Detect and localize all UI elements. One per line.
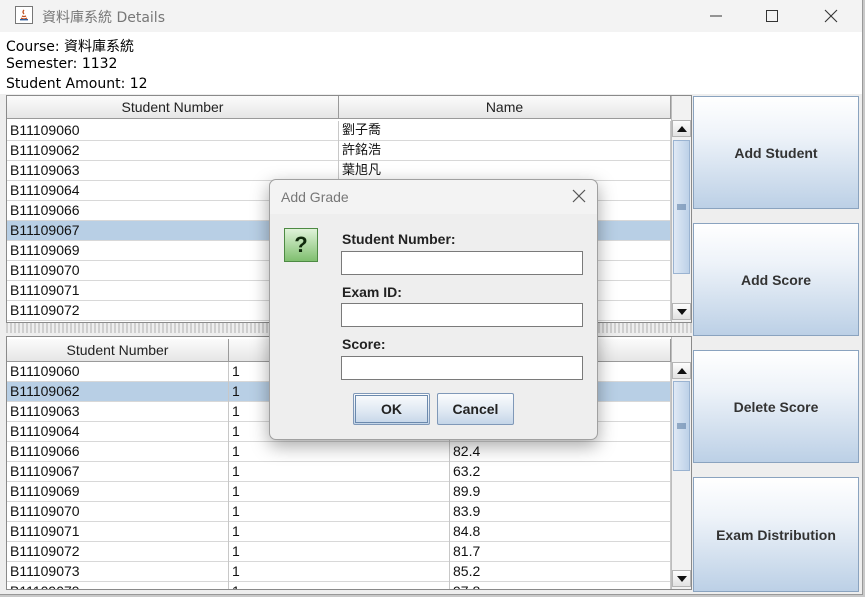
table-row[interactable]: B11109067 1 63.2 bbox=[7, 462, 671, 482]
student-number-label: Student Number: bbox=[342, 231, 456, 247]
table-cell: 1 bbox=[229, 462, 450, 482]
maximize-icon bbox=[766, 10, 778, 22]
table-cell: B11109063 bbox=[7, 402, 229, 422]
table-cell: 許銘浩 bbox=[339, 141, 671, 161]
table-cell: 1 bbox=[229, 522, 450, 542]
cancel-button[interactable]: Cancel bbox=[437, 393, 514, 425]
table-row[interactable]: B11109079197.8 bbox=[7, 582, 671, 589]
score-label: Score: bbox=[342, 336, 386, 352]
table-cell: B11109060 bbox=[7, 362, 229, 382]
table-cell: 63.2 bbox=[450, 462, 671, 482]
course-label: Course: 資料庫系統 bbox=[6, 39, 135, 55]
scroll-thumb[interactable] bbox=[673, 140, 690, 274]
table-cell: 1 bbox=[229, 502, 450, 522]
table-cell: 89.9 bbox=[450, 482, 671, 502]
table-row[interactable]: B11109066 1 82.4 bbox=[7, 442, 671, 462]
table-cell: B11109064 bbox=[7, 422, 229, 442]
exam-id-field[interactable] bbox=[341, 303, 583, 327]
table-cell: B11109060 bbox=[7, 121, 339, 141]
table-cell: 97.8 bbox=[450, 582, 671, 589]
close-button[interactable] bbox=[803, 0, 859, 32]
table-cell: 1 bbox=[229, 582, 450, 589]
table-row[interactable]: B11109062 許銘浩 bbox=[7, 141, 671, 161]
table-cell: B11109071 bbox=[7, 522, 229, 542]
window-title: 資料庫系統 Details bbox=[42, 10, 165, 26]
table-cell: 1 bbox=[229, 442, 450, 462]
question-icon: ? bbox=[284, 228, 318, 262]
title-bar: 資料庫系統 Details bbox=[0, 0, 862, 32]
table-row[interactable]: B11109063 葉旭凡 bbox=[7, 161, 671, 181]
table-cell: 84.8 bbox=[450, 522, 671, 542]
maximize-button[interactable] bbox=[744, 0, 800, 32]
students-scrollbar[interactable] bbox=[671, 96, 691, 322]
table-cell: 1 bbox=[229, 482, 450, 502]
table-row[interactable]: B11109072 1 81.7 bbox=[7, 542, 671, 562]
table-row[interactable]: B11109070 1 83.9 bbox=[7, 502, 671, 522]
scroll-up-button[interactable] bbox=[672, 362, 691, 379]
dialog-title: Add Grade bbox=[281, 189, 349, 205]
table-row[interactable]: B11109071 1 84.8 bbox=[7, 522, 671, 542]
table-cell: 葉旭凡 bbox=[339, 161, 671, 181]
arrow-down-icon bbox=[676, 575, 687, 582]
table-cell: B11109069 bbox=[7, 482, 229, 502]
table-cell: B11109066 bbox=[7, 442, 229, 462]
student-number-field[interactable] bbox=[341, 251, 583, 275]
arrow-down-icon bbox=[676, 308, 687, 315]
table-cell: 劉子喬 bbox=[339, 121, 671, 141]
table-cell: B11109073 bbox=[7, 562, 229, 582]
table-cell: B11109079 bbox=[7, 582, 229, 589]
table-cell: 81.7 bbox=[450, 542, 671, 562]
java-app-icon bbox=[15, 6, 33, 24]
table-row[interactable]: B11109060 劉子喬 bbox=[7, 121, 671, 141]
table-cell: 1 bbox=[229, 542, 450, 562]
delete-score-button[interactable]: Delete Score bbox=[693, 350, 859, 463]
close-icon[interactable] bbox=[571, 188, 587, 204]
table-cell: B11109067 bbox=[7, 462, 229, 482]
add-score-button[interactable]: Add Score bbox=[693, 223, 859, 336]
grip-icon bbox=[677, 423, 686, 429]
table-cell: B11109063 bbox=[7, 161, 339, 181]
minimize-button[interactable] bbox=[688, 0, 744, 32]
scroll-up-button[interactable] bbox=[672, 120, 691, 137]
scroll-down-button[interactable] bbox=[672, 303, 691, 320]
table-cell: 85.2 bbox=[450, 562, 671, 582]
table-cell: B11109072 bbox=[7, 542, 229, 562]
scores-scrollbar[interactable] bbox=[671, 337, 691, 589]
student-amount-label: Student Amount: 12 bbox=[6, 76, 148, 92]
table-cell: 1 bbox=[229, 562, 450, 582]
table-row[interactable]: B11109069 1 89.9 bbox=[7, 482, 671, 502]
column-header-student-number[interactable]: Student Number bbox=[7, 96, 339, 118]
score-field[interactable] bbox=[341, 356, 583, 380]
ok-button[interactable]: OK bbox=[353, 393, 430, 425]
table-cell: B11109062 bbox=[7, 141, 339, 161]
table-cell: B11109062 bbox=[7, 382, 229, 402]
students-table-header: Student Number Name bbox=[7, 96, 671, 119]
column-header-name[interactable]: Name bbox=[339, 96, 671, 118]
column-header-student-number[interactable]: Student Number bbox=[7, 339, 229, 361]
grip-icon bbox=[677, 204, 686, 210]
arrow-up-icon bbox=[676, 125, 687, 132]
arrow-up-icon bbox=[676, 367, 687, 374]
add-student-button[interactable]: Add Student bbox=[693, 96, 859, 209]
scroll-down-button[interactable] bbox=[672, 570, 691, 587]
minimize-icon bbox=[710, 15, 722, 17]
exam-id-label: Exam ID: bbox=[342, 284, 402, 300]
table-cell: B11109070 bbox=[7, 502, 229, 522]
exam-distribution-button[interactable]: Exam Distribution bbox=[693, 477, 859, 592]
table-row[interactable]: B11109073 1 85.2 bbox=[7, 562, 671, 582]
close-icon bbox=[824, 9, 838, 23]
course-info-panel: Course: 資料庫系統 Semester: 1132 Student Amo… bbox=[0, 32, 862, 94]
table-cell: 82.4 bbox=[450, 442, 671, 462]
table-cell: 83.9 bbox=[450, 502, 671, 522]
dialog-title-bar: Add Grade bbox=[270, 180, 597, 214]
add-grade-dialog: Add Grade ? Student Number: Exam ID: Sco… bbox=[269, 179, 598, 440]
scroll-thumb[interactable] bbox=[673, 381, 690, 471]
semester-label: Semester: 1132 bbox=[6, 56, 118, 72]
